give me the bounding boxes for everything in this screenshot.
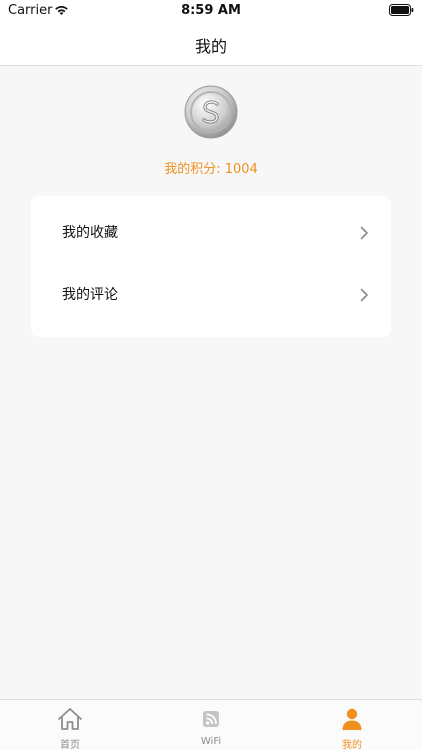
- menu-item-comments[interactable]: 我的评论: [31, 262, 391, 324]
- menu-item-label: 我的评论: [62, 287, 118, 303]
- tab-bar: 首页 WiFi 我的: [0, 699, 422, 750]
- coin-s-icon: [184, 85, 238, 139]
- menu-card: 我的收藏 我的评论: [31, 196, 391, 337]
- tab-home[interactable]: 首页: [0, 700, 140, 750]
- battery-icon: [389, 4, 414, 16]
- navigation-bar: 我的: [0, 22, 422, 66]
- tab-label: 我的: [342, 740, 362, 750]
- home-icon: [58, 708, 82, 730]
- clock: 8:59 AM: [181, 3, 241, 18]
- tab-wifi[interactable]: WiFi: [141, 700, 281, 750]
- status-bar: Carrier 8:59 AM: [0, 0, 422, 22]
- menu-item-label: 我的收藏: [62, 225, 118, 241]
- chevron-right-icon: [360, 226, 368, 240]
- tab-mine[interactable]: 我的: [282, 700, 422, 750]
- page-title: 我的: [194, 37, 227, 56]
- menu-item-favorites[interactable]: 我的收藏: [31, 200, 391, 262]
- tab-label: WiFi: [200, 736, 222, 747]
- person-icon: [342, 708, 362, 730]
- tab-label: 首页: [60, 740, 80, 750]
- points-text: 我的积分: 1004: [164, 162, 258, 177]
- chevron-right-icon: [360, 288, 368, 302]
- wifi-icon: [203, 711, 219, 727]
